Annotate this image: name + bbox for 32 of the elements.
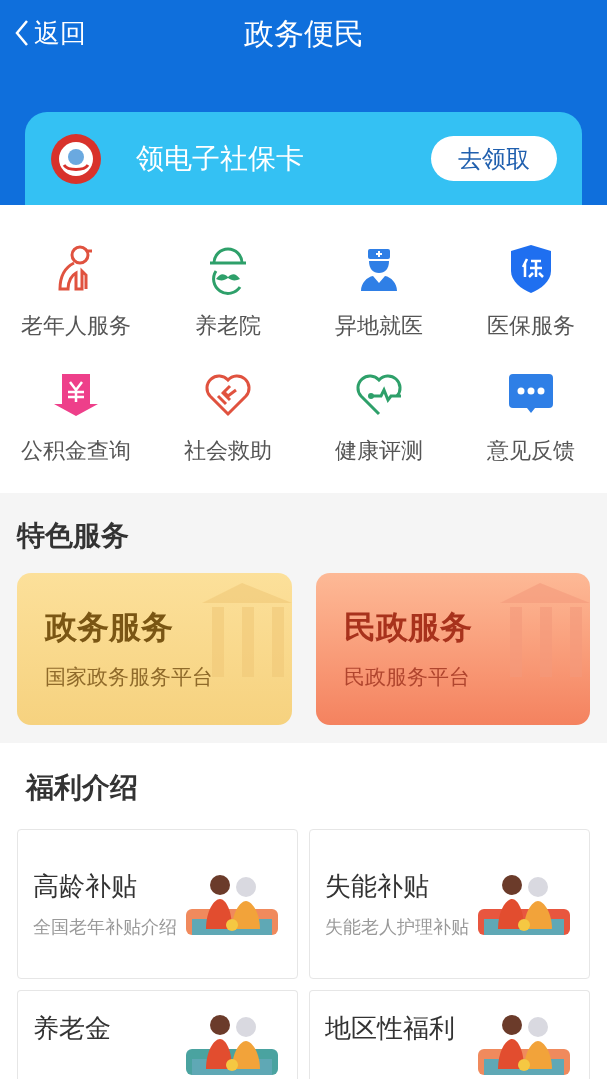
- seal-icon: [50, 132, 102, 185]
- page-title: 政务便民: [243, 15, 364, 52]
- back-button[interactable]: 返回: [14, 13, 86, 53]
- card-title: 民政服务: [343, 608, 473, 647]
- service-item[interactable]: 意见反馈: [455, 366, 607, 467]
- card-subtitle: 国家政务服务平台: [45, 664, 214, 690]
- welfare-card[interactable]: 地区性福利: [309, 990, 590, 1079]
- claim-button[interactable]: 去领取: [431, 136, 557, 181]
- card-subtitle: 全国老年补贴介绍: [33, 916, 177, 939]
- service-item[interactable]: 养老院: [151, 241, 304, 342]
- service-item[interactable]: 医保服务: [455, 241, 607, 342]
- welfare-card[interactable]: 养老金: [17, 990, 298, 1079]
- social-card-banner[interactable]: 领电子社保卡 去领取: [25, 112, 582, 205]
- welfare-card[interactable]: 失能补贴 失能老人护理补贴: [309, 829, 590, 979]
- service-item[interactable]: 健康评测: [303, 366, 456, 467]
- card-subtitle: 失能老人护理补贴: [325, 916, 469, 939]
- banner-title: 领电子社保卡: [136, 141, 305, 176]
- service-item[interactable]: 社会救助: [151, 366, 304, 467]
- service-item[interactable]: 公积金查询: [0, 366, 152, 467]
- service-card[interactable]: 政务服务 国家政务服务平台: [17, 573, 292, 725]
- card-title: 地区性福利: [325, 1012, 455, 1045]
- welfare-card[interactable]: 高龄补贴 全国老年补贴介绍: [17, 829, 298, 979]
- card-subtitle: 民政服务平台: [343, 664, 471, 690]
- card-title: 高龄补贴: [33, 870, 138, 903]
- back-icon: [14, 19, 30, 47]
- section-heading: 福利介绍: [26, 771, 139, 805]
- card-title: 政务服务: [45, 608, 174, 647]
- service-item[interactable]: 老年人服务: [0, 241, 152, 342]
- card-title: 养老金: [33, 1012, 111, 1045]
- service-item[interactable]: 异地就医: [303, 241, 456, 342]
- section-heading: 特色服务: [17, 519, 130, 553]
- card-title: 失能补贴: [325, 870, 430, 903]
